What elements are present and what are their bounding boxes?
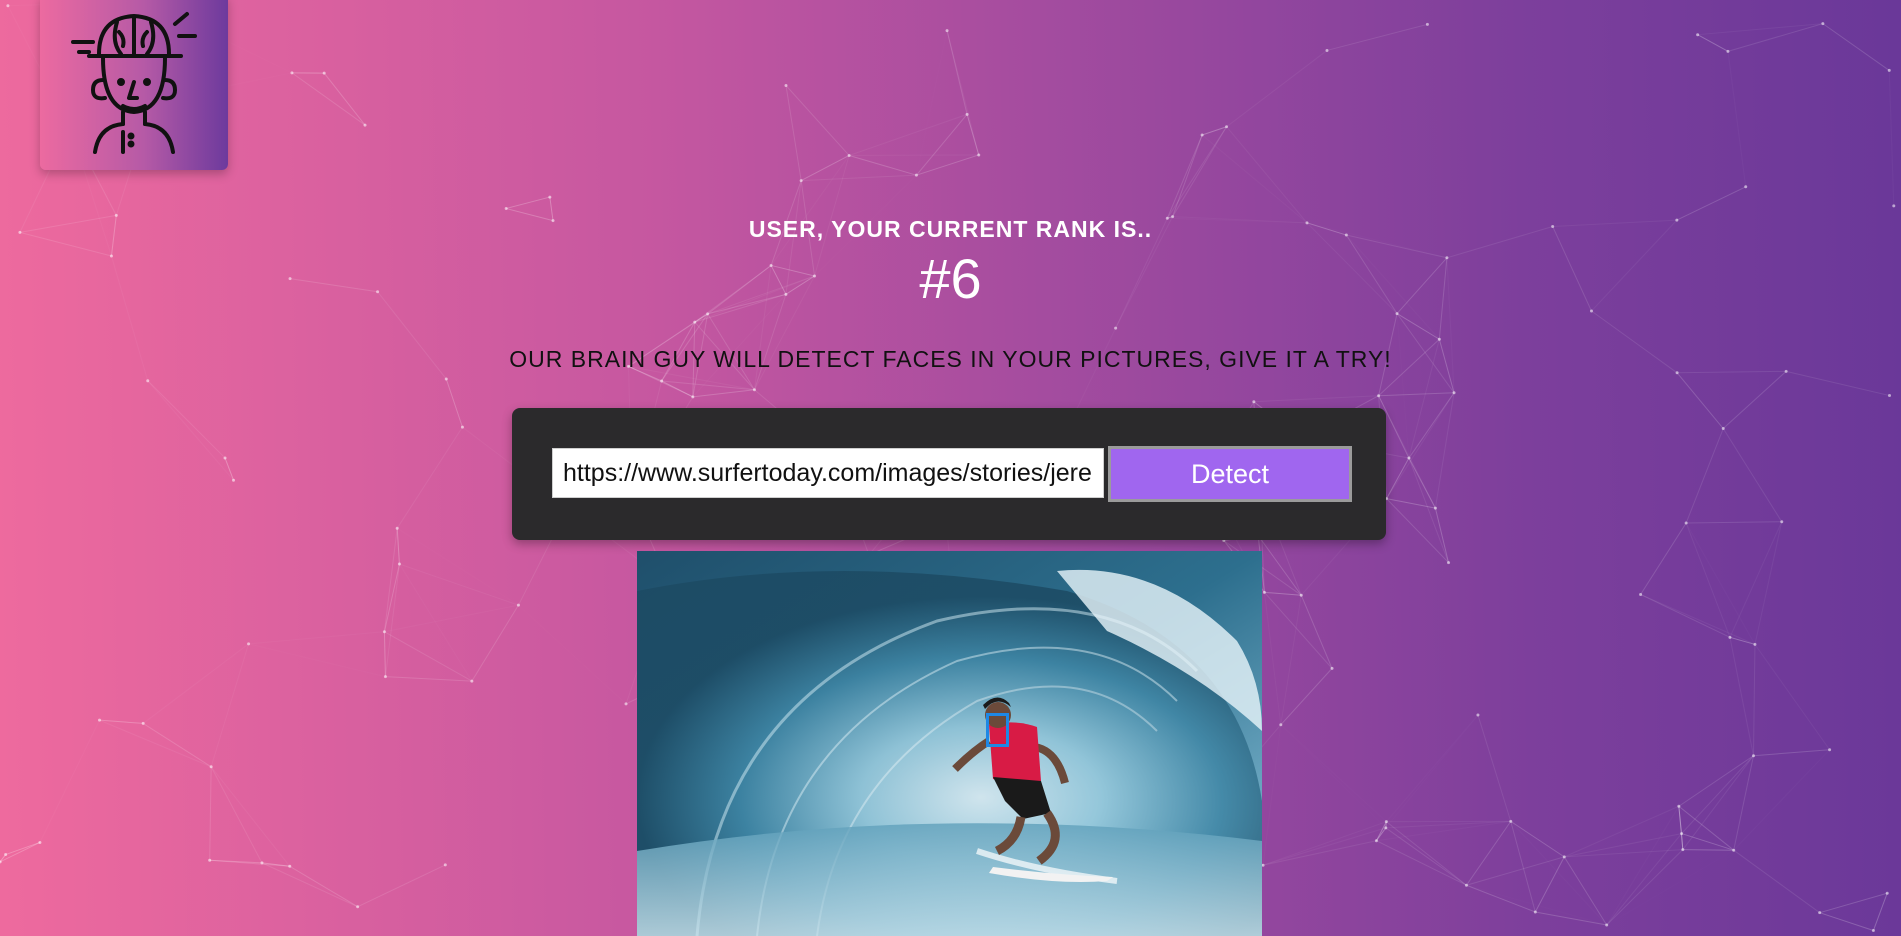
rank-value: #6 [919,247,982,310]
logo-card[interactable] [40,0,228,170]
instruction-text: OUR BRAIN GUY WILL DETECT FACES IN YOUR … [509,346,1392,372]
surfer-photo [637,551,1262,936]
rank-label: USER, YOUR CURRENT RANK IS.. [748,216,1153,242]
image-url-form: Detect [512,408,1386,540]
detected-image [637,551,1262,936]
detect-button[interactable]: Detect [1108,446,1352,502]
brain-guy-icon [71,12,197,154]
face-bounding-box [986,713,1009,747]
image-url-input[interactable] [552,448,1104,498]
